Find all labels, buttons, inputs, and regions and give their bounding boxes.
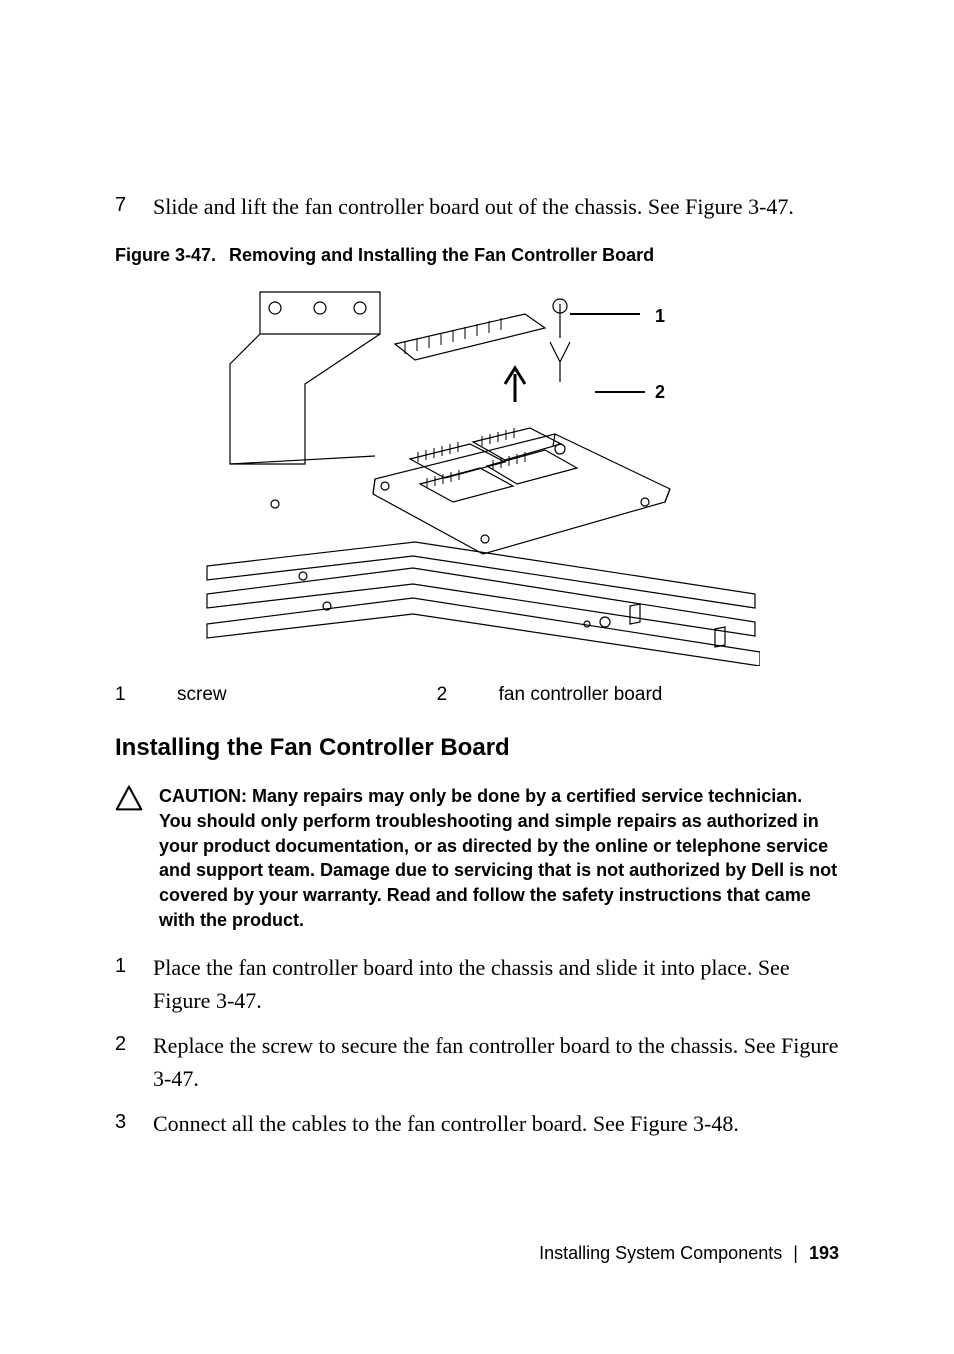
figure-title: Removing and Installing the Fan Controll… — [229, 245, 654, 265]
fan-controller-board-diagram: 1 2 — [195, 284, 760, 666]
caution-body: Many repairs may only be done by a certi… — [159, 786, 837, 930]
footer-section: Installing System Components — [539, 1243, 782, 1263]
legend-label: fan controller board — [499, 684, 663, 706]
caution-label: CAUTION: — [159, 786, 247, 806]
document-page: 7 Slide and lift the fan controller boar… — [0, 0, 954, 1354]
page-number: 193 — [809, 1243, 839, 1263]
step-text: Connect all the cables to the fan contro… — [153, 1107, 839, 1140]
figure-illustration: 1 2 — [195, 284, 760, 666]
step-text: Place the fan controller board into the … — [153, 951, 839, 1017]
step-number: 7 — [115, 190, 153, 223]
callout-1: 1 — [655, 306, 665, 326]
step-text: Replace the screw to secure the fan cont… — [153, 1029, 839, 1095]
footer-separator: | — [793, 1243, 798, 1263]
step-number: 3 — [115, 1107, 153, 1140]
step-text: Slide and lift the fan controller board … — [153, 190, 839, 223]
legend-num: 2 — [437, 684, 499, 706]
caution-text: CAUTION: Many repairs may only be done b… — [159, 784, 839, 933]
figure-legend: 1 screw 2 fan controller board — [115, 684, 839, 706]
page-footer: Installing System Components | 193 — [539, 1243, 839, 1264]
step-item: 2 Replace the screw to secure the fan co… — [115, 1029, 839, 1095]
legend-item: 1 screw — [115, 684, 227, 706]
legend-num: 1 — [115, 684, 177, 706]
step-item: 7 Slide and lift the fan controller boar… — [115, 190, 839, 223]
legend-label: screw — [177, 684, 227, 706]
section-heading: Installing the Fan Controller Board — [115, 734, 839, 762]
step-item: 3 Connect all the cables to the fan cont… — [115, 1107, 839, 1140]
step-number: 2 — [115, 1029, 153, 1095]
caution-block: CAUTION: Many repairs may only be done b… — [115, 784, 839, 933]
figure-number: Figure 3-47. — [115, 245, 216, 265]
caution-icon — [115, 784, 159, 933]
step-number: 1 — [115, 951, 153, 1017]
step-item: 1 Place the fan controller board into th… — [115, 951, 839, 1017]
legend-item: 2 fan controller board — [437, 684, 663, 706]
figure-caption: Figure 3-47. Removing and Installing the… — [115, 245, 839, 266]
callout-2: 2 — [655, 382, 665, 402]
